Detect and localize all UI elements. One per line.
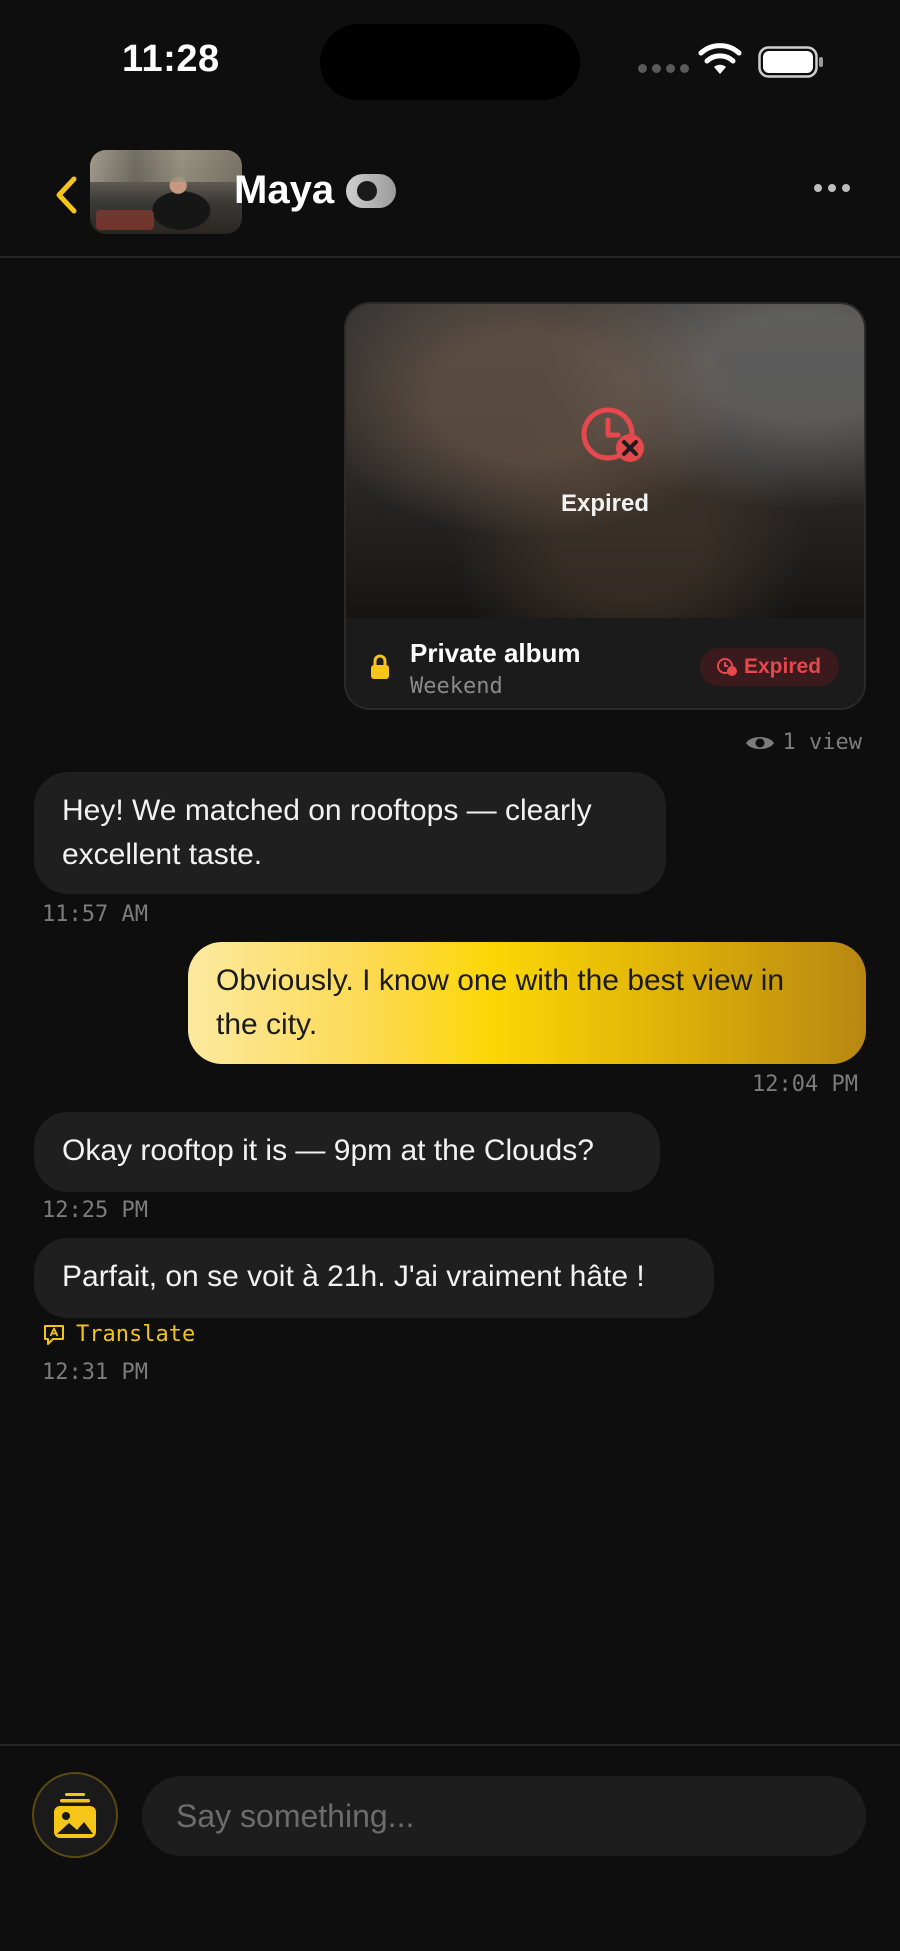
lock-icon: [371, 654, 389, 679]
visibility-toggle[interactable]: [346, 174, 396, 208]
more-options-button[interactable]: [814, 184, 850, 192]
translate-button[interactable]: Translate: [42, 1322, 195, 1347]
chat-header: Maya: [0, 140, 900, 258]
message-text: excellent taste.: [62, 838, 263, 871]
contact-name[interactable]: Maya: [234, 168, 334, 213]
composer-bar: [0, 1744, 900, 1951]
share-album-button[interactable]: [32, 1772, 118, 1858]
private-album-card[interactable]: Expired Private album Weekend Expired: [344, 302, 866, 710]
clock-expired-icon: [717, 658, 737, 676]
message-timestamp: 12:25 PM: [42, 1198, 148, 1223]
clock-expired-icon: [581, 407, 644, 462]
back-button[interactable]: [46, 170, 86, 220]
cellular-signal-icon: [638, 64, 689, 73]
eye-icon: [745, 736, 774, 749]
status-time: 11:28: [122, 38, 220, 80]
wifi-icon: [698, 43, 742, 74]
message-bubble-incoming[interactable]: Hey! We matched on rooftops — clearly ex…: [34, 772, 666, 894]
contact-avatar[interactable]: [90, 150, 242, 234]
message-bubble-outgoing[interactable]: Obviously. I know one with the best view…: [188, 942, 866, 1064]
message-timestamp: 12:04 PM: [752, 1072, 858, 1097]
view-count: 1 view: [745, 730, 862, 755]
album-expired-label: Expired: [560, 490, 650, 517]
message-bubble-incoming[interactable]: Parfait, on se voit à 21h. J'ai vraiment…: [34, 1238, 714, 1318]
message-text: the city.: [216, 1008, 318, 1041]
translate-label: Translate: [76, 1322, 196, 1347]
message-timestamp: 11:57 AM: [42, 902, 148, 927]
message-text: Hey! We matched on rooftops — clearly: [62, 794, 592, 827]
album-subtitle: Weekend: [410, 674, 503, 699]
view-count-label: 1 view: [782, 730, 862, 755]
translate-icon: [44, 1324, 64, 1345]
chevron-left-icon: [56, 176, 77, 214]
status-bar: 11:28: [0, 0, 900, 120]
album-preview-blurred: Expired: [346, 304, 864, 618]
expired-badge-label: Expired: [744, 655, 822, 678]
message-input[interactable]: [142, 1776, 866, 1856]
dynamic-island: [320, 24, 580, 100]
message-text: Obviously. I know one with the best view…: [216, 964, 785, 997]
album-title: Private album: [410, 638, 581, 668]
message-timestamp: 12:31 PM: [42, 1360, 148, 1385]
expired-badge: Expired: [700, 648, 840, 686]
battery-icon: [758, 46, 823, 78]
message-text: Parfait, on se voit à 21h. J'ai vraiment…: [62, 1260, 645, 1293]
album-info: Private album Weekend Expired: [346, 618, 864, 708]
message-text: Okay rooftop it is — 9pm at the Clouds?: [62, 1134, 594, 1167]
photo-album-icon: [54, 1793, 96, 1838]
message-bubble-incoming[interactable]: Okay rooftop it is — 9pm at the Clouds?: [34, 1112, 660, 1192]
